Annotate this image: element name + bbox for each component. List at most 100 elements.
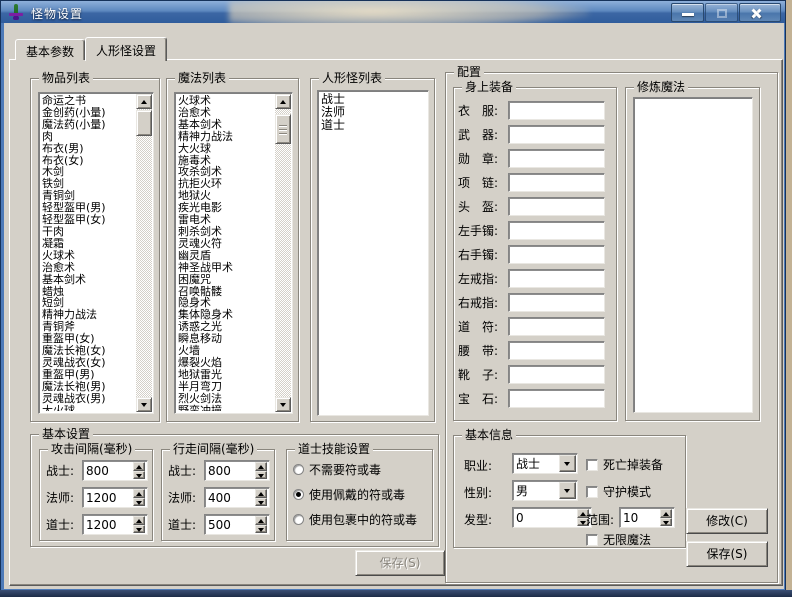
list-item[interactable]: 野蛮冲撞 (178, 405, 274, 411)
list-item[interactable]: 肉 (42, 131, 135, 143)
tab-basic-params[interactable]: 基本参数 (15, 39, 85, 60)
radio-option[interactable]: 使用包裹中的符或毒 (293, 511, 432, 527)
radio-icon[interactable] (293, 489, 304, 500)
equipment-input[interactable] (508, 149, 605, 168)
checkbox-icon[interactable] (586, 486, 598, 498)
tab-humanoid-settings[interactable]: 人形怪设置 (85, 37, 167, 61)
scroll-down-button[interactable] (275, 397, 291, 412)
list-item[interactable]: 凝霜 (42, 238, 135, 250)
list-item[interactable]: 幽灵盾 (178, 250, 274, 262)
magic-listbox[interactable]: 火球术治愈术基本剑术精神力战法大火球施毒术攻杀剑术抗拒火环地狱火疾光电影雷电术刺… (174, 92, 293, 414)
close-button[interactable] (739, 3, 781, 22)
equipment-label: 武 器: (458, 126, 508, 143)
spin-down-button[interactable] (660, 518, 672, 527)
spin-up-button[interactable] (255, 462, 267, 471)
list-item[interactable]: 神圣战甲术 (178, 262, 274, 274)
spin-up-button[interactable] (133, 489, 145, 498)
spin-down-button[interactable] (133, 498, 145, 507)
spin-down-button[interactable] (255, 471, 267, 480)
dropdown-button[interactable] (559, 455, 576, 472)
interval-row: 战士: (168, 460, 274, 481)
list-item[interactable]: 重盔甲(男) (42, 369, 135, 381)
spin-up-button[interactable] (660, 509, 672, 518)
titlebar[interactable]: 怪物设置 (1, 1, 785, 23)
scroll-down-button[interactable] (136, 397, 152, 412)
scroll-up-button[interactable] (275, 94, 291, 109)
list-item[interactable]: 地狱雷光 (178, 369, 274, 381)
interval-row: 战士: (46, 460, 152, 481)
save-button[interactable]: 保存(S) (686, 541, 768, 567)
interval-spinner (204, 460, 270, 481)
equipment-input[interactable] (508, 197, 605, 216)
modify-button[interactable]: 修改(C) (686, 508, 768, 534)
list-item[interactable]: 困魔咒 (178, 274, 274, 286)
config-group: 配置 身上装备 衣 服: 武 器: 勋 章: (445, 72, 778, 583)
list-item[interactable]: 大火球 (42, 405, 135, 411)
list-item[interactable]: 基本剑术 (42, 274, 135, 286)
item-list-scrollbar[interactable] (136, 94, 152, 412)
radio-icon[interactable] (293, 514, 304, 525)
radio-option[interactable]: 不需要符或毒 (293, 461, 432, 477)
list-item[interactable]: 半月弯刀 (178, 381, 274, 393)
equipment-input[interactable] (508, 389, 605, 408)
equipment-input[interactable] (508, 221, 605, 240)
list-item[interactable]: 魔法长袍(男) (42, 381, 135, 393)
spin-up-button[interactable] (133, 462, 145, 471)
list-item[interactable]: 灵魂战衣(男) (42, 393, 135, 405)
job-combobox[interactable]: 战士 (512, 453, 578, 474)
equipment-label: 腰 带: (458, 342, 508, 359)
spin-down-button[interactable] (133, 525, 145, 534)
radio-option[interactable]: 使用佩戴的符或毒 (293, 486, 432, 502)
list-item[interactable]: 大火球 (178, 143, 274, 155)
item-listbox[interactable]: 命运之书金创药(小量)魔法药(小量)肉布衣(男)布衣(女)木剑铁剑青铜剑轻型盔甲… (38, 92, 154, 414)
equipment-input[interactable] (508, 317, 605, 336)
gender-combobox[interactable]: 男 (512, 480, 578, 501)
list-item[interactable]: 基本剑术 (178, 119, 274, 131)
spin-down-button[interactable] (255, 525, 267, 534)
list-item[interactable]: 道士 (321, 119, 425, 132)
interval-spinner (82, 487, 148, 508)
equipment-input[interactable] (508, 269, 605, 288)
equipment-label: 左戒指: (458, 270, 508, 287)
maximize-button[interactable] (705, 3, 738, 22)
basic-info-group: 基本信息 职业: 战士 死亡掉装备 性别: 男 (453, 435, 686, 548)
interval-label: 道士: (46, 516, 82, 533)
list-item[interactable]: 魔法药(小量) (42, 119, 135, 131)
spin-up-button[interactable] (255, 489, 267, 498)
magic-list-scrollbar[interactable] (275, 94, 291, 412)
equipment-input[interactable] (508, 173, 605, 192)
spin-up-button[interactable] (255, 516, 267, 525)
radio-icon[interactable] (293, 464, 304, 475)
equipment-input[interactable] (508, 365, 605, 384)
equipment-input[interactable] (508, 125, 605, 144)
scrollbar-thumb[interactable] (275, 114, 291, 144)
spin-down-button[interactable] (133, 471, 145, 480)
equipment-input[interactable] (508, 341, 605, 360)
walk-interval-rows: 战士: 法师: 道士: (162, 454, 274, 535)
unlimited-magic-checkbox-row[interactable]: 无限魔法 (586, 531, 651, 548)
list-item[interactable]: 精神力战法 (178, 131, 274, 143)
monster-listbox[interactable]: 战士法师道士 (317, 90, 429, 416)
list-item[interactable]: 灵魂火符 (178, 238, 274, 250)
equipment-input[interactable] (508, 245, 605, 264)
list-item[interactable]: 烈火剑法 (178, 393, 274, 405)
spin-up-button[interactable] (133, 516, 145, 525)
scroll-up-button[interactable] (136, 94, 152, 109)
checkbox-icon[interactable] (586, 534, 598, 546)
drop-equipment-checkbox-row[interactable]: 死亡掉装备 (586, 456, 663, 473)
guard-mode-checkbox-row[interactable]: 守护模式 (586, 483, 651, 500)
arrow-up-icon (136, 519, 142, 523)
basic-info-title: 基本信息 (462, 428, 516, 442)
list-item[interactable]: 布衣(男) (42, 143, 135, 155)
hair-spinner (512, 507, 592, 528)
equipment-input[interactable] (508, 293, 605, 312)
dropdown-button[interactable] (559, 482, 576, 499)
equipment-input[interactable] (508, 101, 605, 120)
list-item[interactable]: 治愈术 (42, 262, 135, 274)
minimize-button[interactable] (671, 3, 704, 22)
training-magic-listbox[interactable] (633, 97, 753, 413)
scrollbar-thumb[interactable] (136, 110, 152, 136)
spin-down-button[interactable] (255, 498, 267, 507)
checkbox-icon[interactable] (586, 459, 598, 471)
list-item[interactable]: 火球术 (42, 250, 135, 262)
